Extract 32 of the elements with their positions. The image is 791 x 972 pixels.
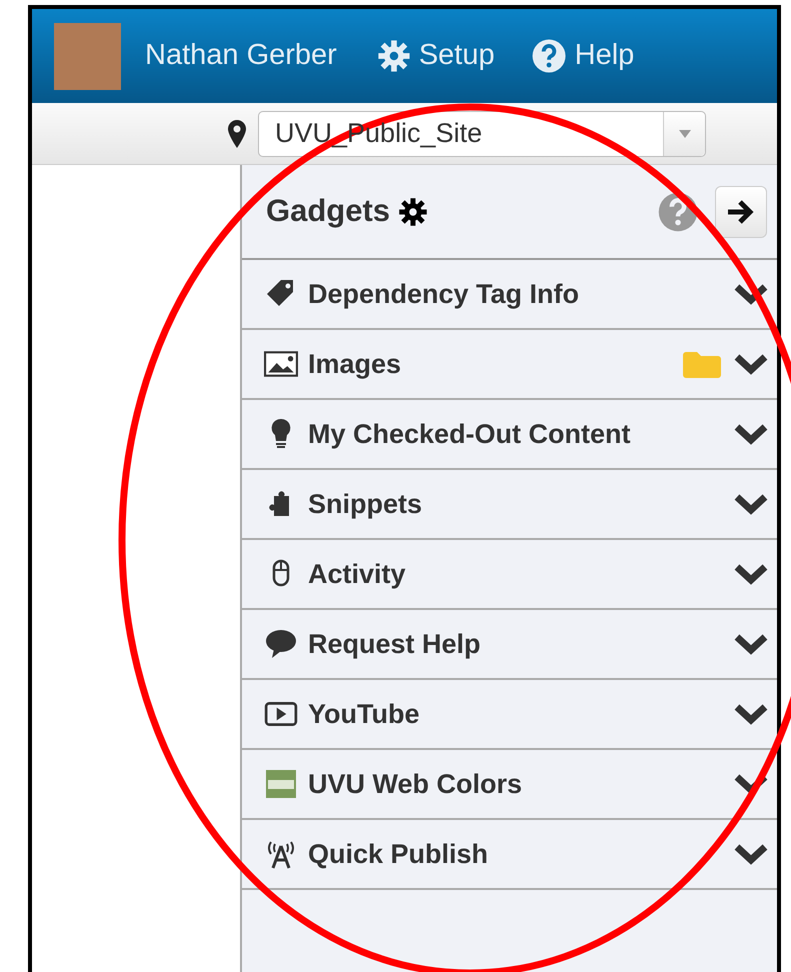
gadget-row[interactable]: Snippets — [242, 470, 777, 540]
chevron-down-icon — [733, 702, 769, 726]
caret-icon — [678, 130, 690, 138]
gadget-row[interactable]: Images — [242, 330, 777, 400]
setup-link[interactable]: Setup — [376, 34, 495, 78]
map-pin-icon — [228, 120, 246, 148]
chevron-down-icon — [733, 422, 769, 446]
help-link[interactable]: Help — [530, 34, 634, 78]
help-icon — [657, 190, 699, 232]
chevron-down-icon — [733, 632, 769, 656]
speech-bubble-icon — [264, 628, 298, 660]
gadget-row[interactable]: Quick Publish — [242, 820, 777, 890]
gadget-row[interactable]: YouTube — [242, 680, 777, 750]
chevron-down-icon — [733, 492, 769, 516]
settings-icon — [376, 39, 411, 73]
gadget-row[interactable]: Request Help — [242, 610, 777, 680]
arrow-right-icon — [726, 198, 756, 224]
help-icon — [530, 38, 567, 74]
chevron-down-icon — [733, 352, 769, 376]
panel-title: Gadgets — [266, 192, 390, 230]
gadget-row[interactable]: UVU Web Colors — [242, 750, 777, 820]
chevron-down-icon — [733, 842, 769, 866]
chevron-down-icon — [733, 562, 769, 586]
avatar-photo-placeholder — [54, 22, 121, 90]
gadget-row[interactable]: Dependency Tag Info — [242, 260, 777, 330]
settings-icon — [398, 196, 428, 226]
gadget-row[interactable]: My Checked-Out Content — [242, 400, 777, 470]
chevron-down-icon — [733, 282, 769, 306]
collapse-panel-button[interactable] — [715, 186, 767, 238]
gadget-row[interactable]: Activity — [242, 540, 777, 610]
color-swatch-icon — [264, 768, 298, 800]
user-name[interactable]: Nathan Gerber — [145, 34, 337, 78]
